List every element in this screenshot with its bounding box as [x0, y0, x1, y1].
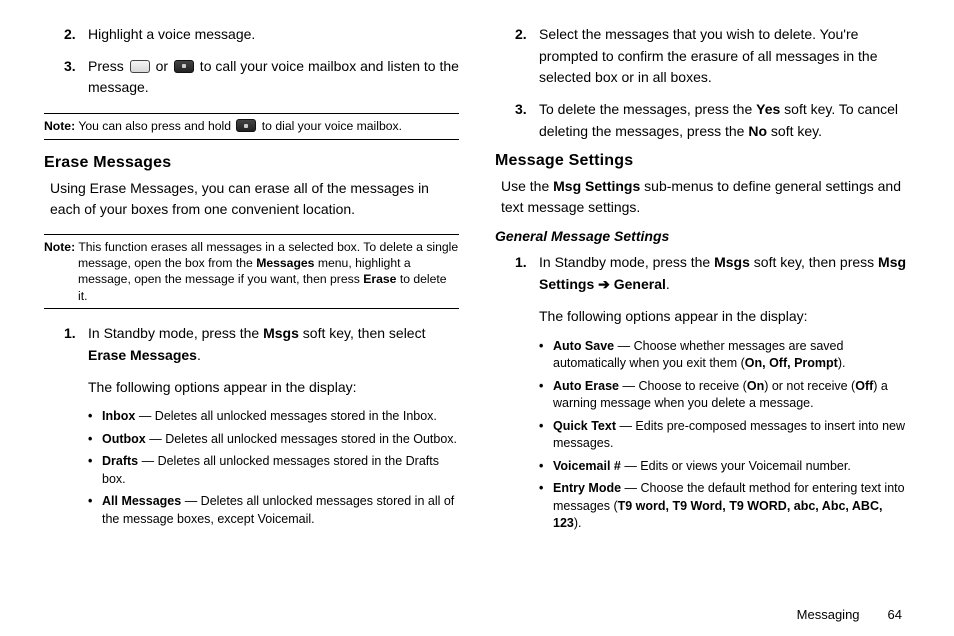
note-text: Note: This function erases all messages …: [44, 239, 459, 305]
heading-message-settings: Message Settings: [495, 152, 910, 170]
note-box: Note: You can also press and hold to dia…: [44, 113, 459, 139]
bullet-dot: •: [88, 408, 102, 426]
step-number: 2.: [64, 24, 88, 46]
ok-key-icon: [174, 60, 194, 73]
footer-section: Messaging: [797, 607, 860, 622]
note-text: Note: You can also press and hold to dia…: [44, 118, 459, 134]
step-body: Highlight a voice message.: [88, 24, 459, 46]
erase-intro: Using Erase Messages, you can erase all …: [50, 178, 459, 220]
bullet-item: • Inbox — Deletes all unlocked messages …: [88, 408, 459, 426]
bullet-item: • Quick Text — Edits pre-composed messag…: [539, 418, 910, 453]
heading-general-message-settings: General Message Settings: [495, 228, 910, 244]
bullet-text: Entry Mode — Choose the default method f…: [553, 480, 910, 533]
step-text: Highlight a voice message.: [88, 24, 459, 46]
step-text: Press or to call your voice mailbox and …: [88, 56, 459, 99]
bullet-dot: •: [539, 480, 553, 533]
bullet-item: • Auto Save — Choose whether messages ar…: [539, 338, 910, 373]
step-text: Select the messages that you wish to del…: [539, 24, 910, 89]
bullet-item: • Auto Erase — Choose to receive (On) or…: [539, 378, 910, 413]
step-follow: The following options appear in the disp…: [88, 377, 459, 399]
heading-erase-messages: Erase Messages: [44, 154, 459, 172]
list-item: 2. Select the messages that you wish to …: [495, 24, 910, 89]
step-number: 3.: [64, 56, 88, 99]
list-item: 1. In Standby mode, press the Msgs soft …: [44, 323, 459, 398]
list-item: 1. In Standby mode, press the Msgs soft …: [495, 252, 910, 327]
left-column: 2. Highlight a voice message. 3. Press o…: [44, 24, 459, 538]
step-number: 2.: [515, 24, 539, 89]
step-text: In Standby mode, press the Msgs soft key…: [539, 252, 910, 295]
bullet-text: Outbox — Deletes all unlocked messages s…: [102, 431, 459, 449]
bullet-text: Auto Save — Choose whether messages are …: [553, 338, 910, 373]
page-footer: Messaging 64: [797, 607, 902, 622]
footer-page-number: 64: [888, 607, 902, 622]
step-number: 3.: [515, 99, 539, 142]
bullet-item: • Entry Mode — Choose the default method…: [539, 480, 910, 533]
note-label: Note:: [44, 119, 75, 133]
bullet-item: • Outbox — Deletes all unlocked messages…: [88, 431, 459, 449]
bullet-item: • All Messages — Deletes all unlocked me…: [88, 493, 459, 528]
settings-intro: Use the Msg Settings sub-menus to define…: [501, 176, 910, 218]
bullet-item: • Drafts — Deletes all unlocked messages…: [88, 453, 459, 488]
bullet-text: Voicemail # — Edits or views your Voicem…: [553, 458, 910, 476]
bullet-dot: •: [539, 418, 553, 453]
send-key-icon: [130, 60, 150, 73]
bullet-text: All Messages — Deletes all unlocked mess…: [102, 493, 459, 528]
bullet-dot: •: [88, 453, 102, 488]
bullet-text: Quick Text — Edits pre-composed messages…: [553, 418, 910, 453]
bullet-dot: •: [539, 458, 553, 476]
step-number: 1.: [64, 323, 88, 398]
page-columns: 2. Highlight a voice message. 3. Press o…: [44, 24, 910, 538]
bullet-dot: •: [88, 431, 102, 449]
note-label: Note:: [44, 240, 75, 254]
step-body: In Standby mode, press the Msgs soft key…: [539, 252, 910, 327]
bullet-text: Drafts — Deletes all unlocked messages s…: [102, 453, 459, 488]
step-body: In Standby mode, press the Msgs soft key…: [88, 323, 459, 398]
step-number: 1.: [515, 252, 539, 327]
bullet-item: • Voicemail # — Edits or views your Voic…: [539, 458, 910, 476]
step-text: In Standby mode, press the Msgs soft key…: [88, 323, 459, 366]
bullet-text: Inbox — Deletes all unlocked messages st…: [102, 408, 459, 426]
bullet-dot: •: [539, 338, 553, 373]
note-box: Note: This function erases all messages …: [44, 234, 459, 310]
ok-key-icon: [236, 119, 256, 132]
bullet-dot: •: [539, 378, 553, 413]
list-item: 3. Press or to call your voice mailbox a…: [44, 56, 459, 99]
bullet-dot: •: [88, 493, 102, 528]
list-item: 3. To delete the messages, press the Yes…: [495, 99, 910, 142]
list-item: 2. Highlight a voice message.: [44, 24, 459, 46]
step-body: Press or to call your voice mailbox and …: [88, 56, 459, 99]
arrow-icon: ➔: [594, 276, 614, 292]
bullet-text: Auto Erase — Choose to receive (On) or n…: [553, 378, 910, 413]
right-column: 2. Select the messages that you wish to …: [495, 24, 910, 538]
step-body: Select the messages that you wish to del…: [539, 24, 910, 89]
step-text: To delete the messages, press the Yes so…: [539, 99, 910, 142]
step-body: To delete the messages, press the Yes so…: [539, 99, 910, 142]
step-follow: The following options appear in the disp…: [539, 306, 910, 328]
